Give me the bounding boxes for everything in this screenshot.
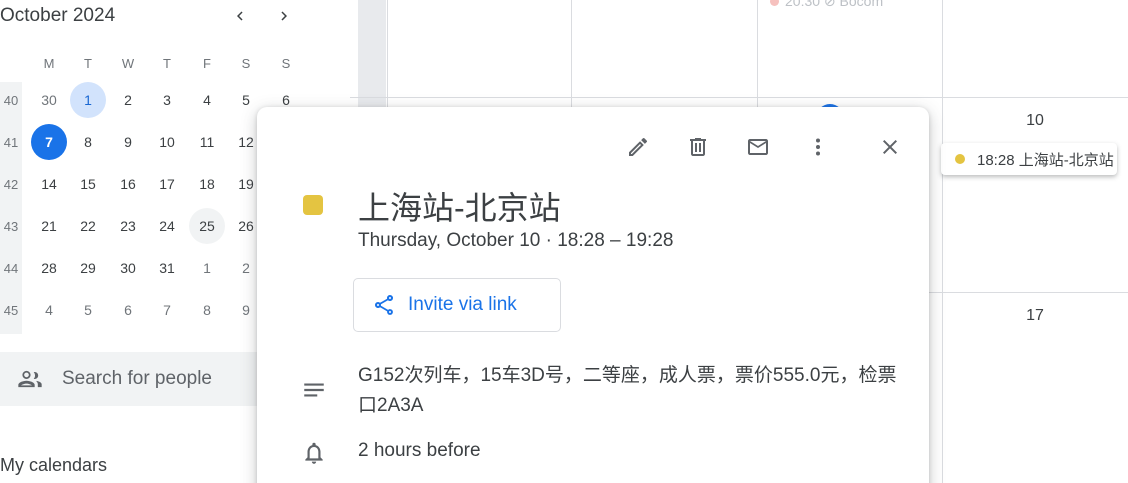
pencil-icon	[629, 137, 648, 156]
mini-calendar-day[interactable]: 16	[110, 166, 146, 202]
event-dot	[770, 0, 779, 6]
invite-via-link-button[interactable]: Invite via link	[353, 278, 561, 332]
mini-calendar-day[interactable]: 8	[70, 124, 106, 160]
week-number[interactable]: 41	[0, 124, 22, 160]
mini-calendar-day[interactable]: 4	[31, 292, 67, 328]
event-details-popover: 上海站-北京站 Thursday, October 10 · 18:28 – 1…	[257, 107, 929, 483]
chevron-left-icon	[237, 11, 243, 21]
mini-calendar-day[interactable]: 3	[149, 82, 185, 118]
week-number[interactable]: 44	[0, 250, 22, 286]
previous-month-button[interactable]	[228, 4, 252, 28]
mini-calendar-day[interactable]: 9	[110, 124, 146, 160]
mini-calendar-day[interactable]: 2	[110, 82, 146, 118]
mini-calendar-week-row: 40 30 1 2 3 4 5 6	[0, 82, 300, 118]
mini-calendar-day[interactable]: 7	[149, 292, 185, 328]
more-vert-icon	[816, 138, 820, 156]
mini-calendar-day[interactable]: 23	[110, 208, 146, 244]
mini-calendar-day[interactable]: 1	[70, 82, 106, 118]
mini-calendar-week-row: 4214151617181920	[0, 166, 300, 202]
mini-calendar-day[interactable]: 11	[189, 124, 225, 160]
chevron-right-icon	[281, 11, 287, 21]
invite-via-link-label: Invite via link	[408, 294, 517, 315]
mini-calendar-day[interactable]: 5	[70, 292, 106, 328]
trash-icon	[690, 138, 706, 156]
mini-calendar-day[interactable]: 22	[70, 208, 106, 244]
event-color-dot	[955, 154, 965, 164]
description-icon	[304, 383, 324, 397]
mini-calendar-day[interactable]: 17	[149, 166, 185, 202]
mini-calendar-day[interactable]: 29	[70, 250, 106, 286]
close-icon	[883, 140, 897, 154]
search-people-placeholder: Search for people	[62, 368, 212, 389]
email-guests-button[interactable]	[738, 127, 778, 167]
event-chip-label: 18:28 上海站-北京站	[977, 151, 1114, 169]
week-number[interactable]: 42	[0, 166, 22, 202]
bell-icon	[305, 442, 323, 464]
weekday-header: W	[121, 55, 135, 71]
mini-calendar-day[interactable]: 18	[189, 166, 225, 202]
mini-calendar-day[interactable]: 6	[110, 292, 146, 328]
next-month-button[interactable]	[272, 4, 296, 28]
more-options-button[interactable]	[798, 127, 838, 167]
day-number[interactable]: 10	[1015, 112, 1055, 130]
weekday-header: T	[84, 55, 92, 71]
weekday-header: M	[43, 55, 55, 71]
mini-calendar-day[interactable]: 10	[149, 124, 185, 160]
mini-calendar-day[interactable]: 8	[189, 292, 225, 328]
my-calendars-heading[interactable]: My calendars	[0, 455, 107, 476]
week-number[interactable]: 43	[0, 208, 22, 244]
mini-calendar-day[interactable]: 7	[31, 124, 67, 160]
grid-divider	[942, 0, 943, 483]
people-icon	[18, 370, 42, 388]
weekday-header-row: M T W T F S S	[0, 45, 300, 81]
delete-event-button[interactable]	[678, 127, 718, 167]
mini-calendar-day[interactable]: 28	[31, 250, 67, 286]
mini-calendar-day[interactable]: 31	[149, 250, 185, 286]
mini-calendar-week-row: 4545678910	[0, 292, 300, 328]
event-chip[interactable]: 18:28 上海站-北京站	[941, 143, 1117, 175]
event-description: G152次列车，15车3D号，二等座，成人票，票价555.0元，检票口2A3A	[358, 365, 897, 416]
mini-calendar-day[interactable]: 24	[149, 208, 185, 244]
faded-event-label: 20:30 ⊘ Bocom	[785, 0, 884, 9]
mini-calendar-title: October 2024	[0, 5, 116, 26]
mini-calendar-week-row: 4178910111213	[0, 124, 300, 160]
search-people-input[interactable]: Search for people	[0, 352, 300, 406]
edit-event-button[interactable]	[618, 127, 658, 167]
mini-calendar-day[interactable]: 14	[31, 166, 67, 202]
mini-calendar-day[interactable]: 30	[110, 250, 146, 286]
weekday-header: T	[163, 55, 171, 71]
mini-calendar-day[interactable]: 30	[31, 82, 67, 118]
mini-calendar-day[interactable]: 25	[189, 208, 225, 244]
weekday-header: S	[241, 55, 251, 71]
day-number[interactable]: 17	[1015, 307, 1055, 325]
mini-calendar-day[interactable]: 15	[70, 166, 106, 202]
mail-icon	[748, 139, 768, 155]
week-number[interactable]: 45	[0, 292, 22, 328]
faded-event[interactable]: 20:30 ⊘ Bocom	[770, 0, 883, 10]
mini-calendar-day[interactable]: 4	[189, 82, 225, 118]
mini-calendar-week-row: 4321222324252627	[0, 208, 300, 244]
event-color-square	[303, 195, 323, 215]
week-number[interactable]: 40	[0, 82, 22, 118]
share-icon	[374, 294, 394, 315]
mini-calendar-week-row: 4428293031123	[0, 250, 300, 286]
close-button[interactable]	[870, 127, 910, 167]
mini-calendar-day[interactable]: 21	[31, 208, 67, 244]
weekday-header: F	[203, 55, 211, 71]
grid-divider	[350, 97, 1128, 98]
event-date-time: Thursday, October 10 · 18:28 – 19:28	[358, 230, 674, 251]
event-title: 上海站-北京站	[358, 190, 561, 226]
weekday-header: S	[281, 55, 291, 71]
mini-calendar-day[interactable]: 1	[189, 250, 225, 286]
event-reminder: 2 hours before	[358, 440, 481, 461]
